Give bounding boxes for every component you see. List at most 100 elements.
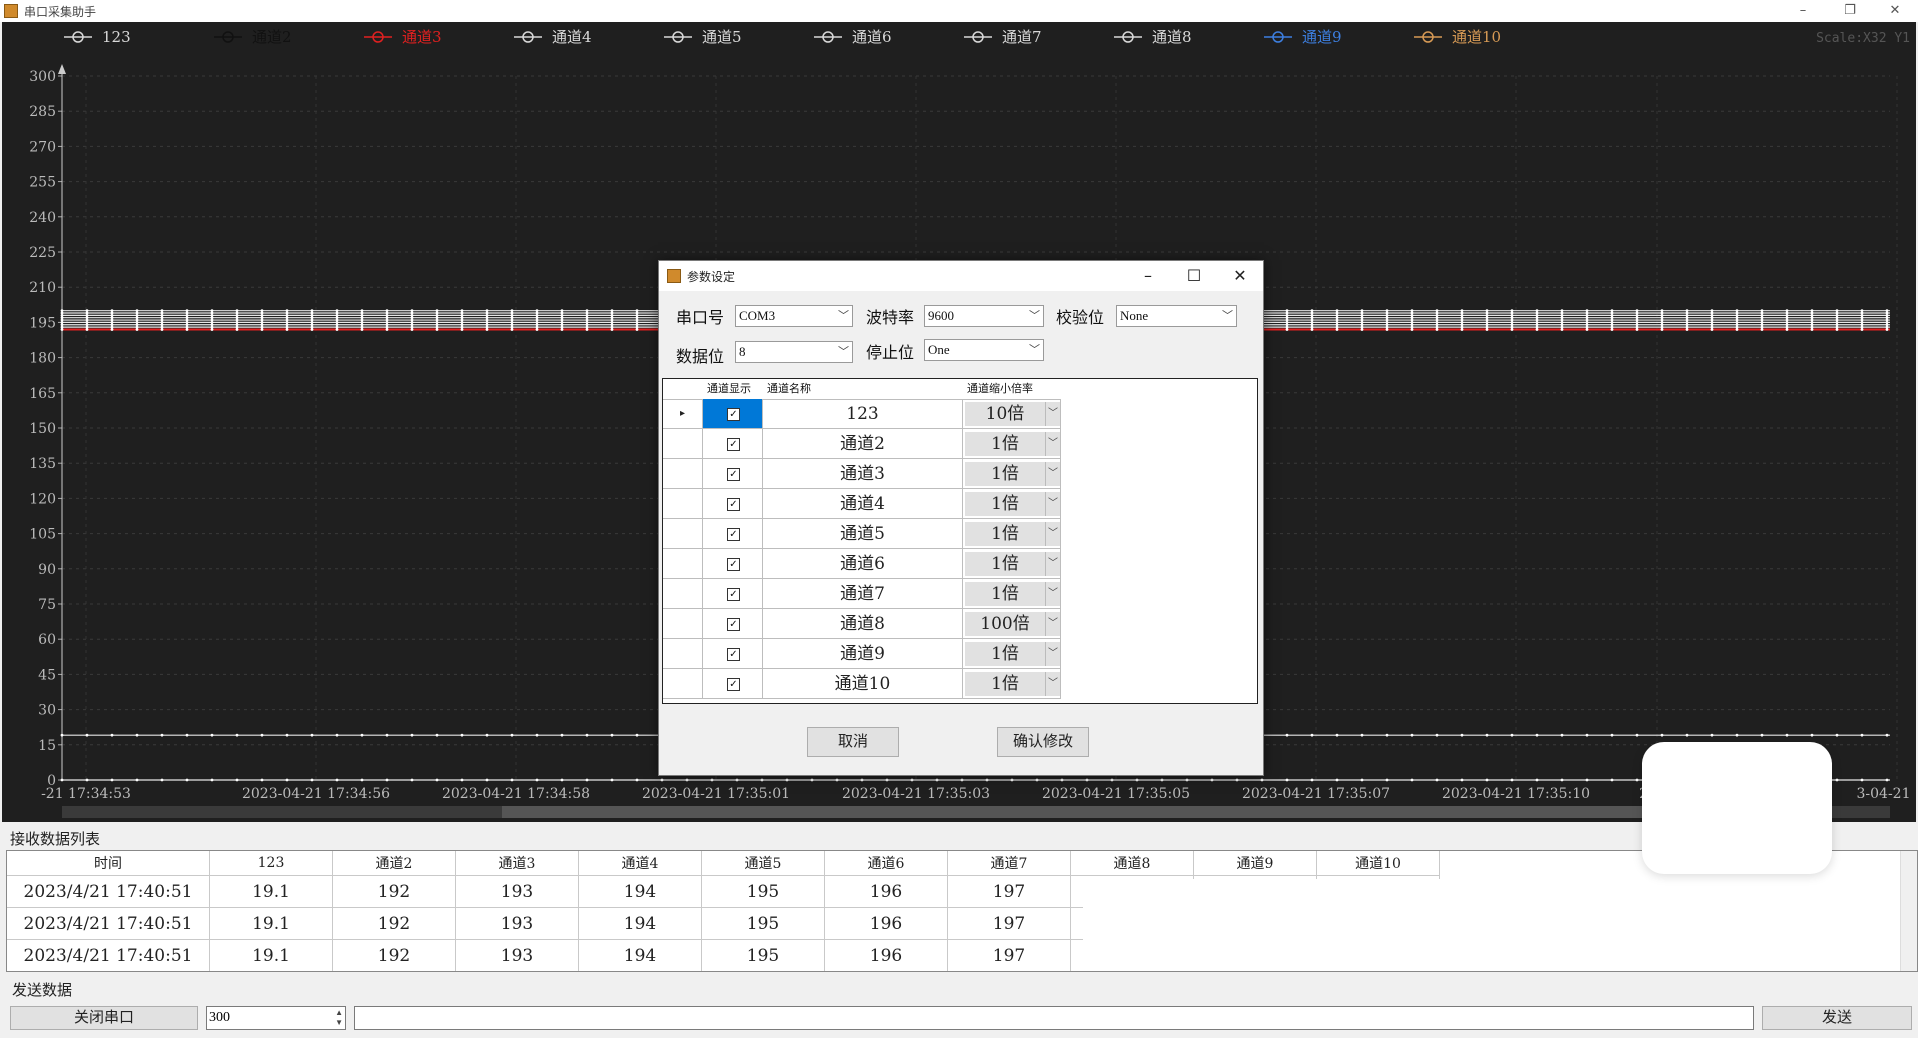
chevron-down-icon[interactable]: ﹀ [1045,492,1060,516]
confirm-button[interactable]: 确认修改 [997,727,1089,757]
column-header[interactable]: 通道7 [947,851,1071,876]
send-button[interactable]: 发送 [1762,1006,1912,1030]
chevron-down-icon[interactable]: ﹀ [1045,582,1060,606]
dialog-maximize-button[interactable]: ☐ [1171,261,1217,291]
ratio-select-cell[interactable]: 1倍 ﹀ [963,579,1061,609]
row-selector[interactable] [663,639,703,669]
chevron-down-icon[interactable]: ﹀ [1045,552,1060,576]
dialog-close-button[interactable]: ✕ [1217,261,1263,291]
column-header[interactable]: 123 [209,851,333,876]
channel-name-cell[interactable]: 通道8 [763,609,963,639]
column-header[interactable]: 通道8 [1070,851,1194,876]
vertical-scrollbar[interactable] [1900,851,1917,971]
ratio-select-cell[interactable]: 1倍 ﹀ [963,459,1061,489]
channel-row[interactable]: ✓ 通道8 100倍 ﹀ [663,609,1061,639]
ratio-select-cell[interactable]: 1倍 ﹀ [963,489,1061,519]
checkbox-checked-icon[interactable]: ✓ [727,558,740,571]
row-selector[interactable]: ▸ [663,399,703,429]
column-header[interactable]: 通道5 [701,851,825,876]
close-port-button[interactable]: 关闭串口 [10,1006,198,1030]
column-header[interactable]: 通道2 [332,851,456,876]
ratio-select-cell[interactable]: 1倍 ﹀ [963,519,1061,549]
checkbox-checked-icon[interactable]: ✓ [727,678,740,691]
show-checkbox-cell[interactable]: ✓ [703,399,763,429]
ratio-select-cell[interactable]: 1倍 ﹀ [963,549,1061,579]
channel-row[interactable]: ✓ 通道9 1倍 ﹀ [663,639,1061,669]
chevron-down-icon[interactable]: ﹀ [1045,462,1060,486]
channel-name-cell[interactable]: 通道2 [763,429,963,459]
channel-name-cell[interactable]: 123 [763,399,963,429]
column-header[interactable]: 通道3 [455,851,579,876]
checkbox-checked-icon[interactable]: ✓ [727,408,740,421]
chevron-down-icon[interactable]: ﹀ [1045,402,1060,426]
channel-row[interactable]: ✓ 通道7 1倍 ﹀ [663,579,1061,609]
row-selector[interactable] [663,489,703,519]
baud-select[interactable]: 9600 ﹀ [924,305,1044,327]
channel-name-cell[interactable]: 通道10 [763,669,963,699]
show-checkbox-cell[interactable]: ✓ [703,609,763,639]
column-header[interactable]: 通道10 [1316,851,1440,876]
chevron-down-icon[interactable]: ﹀ [1045,522,1060,546]
interval-stepper[interactable]: 300 ▲ ▼ [206,1006,346,1030]
row-selector[interactable] [663,669,703,699]
checkbox-checked-icon[interactable]: ✓ [727,498,740,511]
checkbox-checked-icon[interactable]: ✓ [727,468,740,481]
channel-name-cell[interactable]: 通道7 [763,579,963,609]
stepper-arrows-icon[interactable]: ▲ ▼ [335,1008,343,1028]
column-header[interactable]: 通道6 [824,851,948,876]
channel-name-cell[interactable]: 通道4 [763,489,963,519]
show-checkbox-cell[interactable]: ✓ [703,639,763,669]
channel-name-cell[interactable]: 通道9 [763,639,963,669]
row-selector[interactable] [663,549,703,579]
checkbox-checked-icon[interactable]: ✓ [727,648,740,661]
minimize-button[interactable]: – [1782,0,1824,22]
row-selector[interactable] [663,519,703,549]
send-input[interactable] [354,1006,1754,1030]
show-checkbox-cell[interactable]: ✓ [703,669,763,699]
channel-row[interactable]: ▸ ✓ 123 10倍 ﹀ [663,399,1061,429]
channel-row[interactable]: ✓ 通道5 1倍 ﹀ [663,519,1061,549]
channel-name-cell[interactable]: 通道6 [763,549,963,579]
channel-row[interactable]: ✓ 通道6 1倍 ﹀ [663,549,1061,579]
row-selector[interactable] [663,429,703,459]
show-checkbox-cell[interactable]: ✓ [703,579,763,609]
ratio-select-cell[interactable]: 10倍 ﹀ [963,399,1061,429]
databits-select[interactable]: 8 ﹀ [735,341,853,363]
column-header[interactable]: 通道4 [578,851,702,876]
received-data-grid[interactable]: 时间 123 通道2 通道3 通道4 通道5 通道6 通道7 通道8 通道9 通道10 2023/4… [6,850,1918,972]
close-button[interactable]: ✕ [1874,0,1916,22]
show-checkbox-cell[interactable]: ✓ [703,429,763,459]
column-header[interactable]: 通道9 [1193,851,1317,876]
ratio-select-cell[interactable]: 1倍 ﹀ [963,669,1061,699]
channel-row[interactable]: ✓ 通道2 1倍 ﹀ [663,429,1061,459]
restore-button[interactable]: ❐ [1829,0,1871,22]
row-selector[interactable] [663,609,703,639]
show-checkbox-cell[interactable]: ✓ [703,459,763,489]
chevron-down-icon[interactable]: ﹀ [1045,642,1060,666]
show-checkbox-cell[interactable]: ✓ [703,489,763,519]
chevron-down-icon[interactable]: ﹀ [1045,432,1060,456]
chevron-down-icon[interactable]: ﹀ [1045,612,1060,636]
ratio-select-cell[interactable]: 1倍 ﹀ [963,429,1061,459]
ratio-select-cell[interactable]: 1倍 ﹀ [963,639,1061,669]
column-header[interactable]: 时间 [7,851,210,876]
checkbox-checked-icon[interactable]: ✓ [727,618,740,631]
stopbits-select[interactable]: One ﹀ [924,339,1044,361]
checkbox-checked-icon[interactable]: ✓ [727,438,740,451]
port-select[interactable]: COM3 ﹀ [735,305,853,327]
ratio-select-cell[interactable]: 100倍 ﹀ [963,609,1061,639]
channel-name-cell[interactable]: 通道5 [763,519,963,549]
checkbox-checked-icon[interactable]: ✓ [727,528,740,541]
row-selector[interactable] [663,579,703,609]
chevron-down-icon[interactable]: ﹀ [1045,672,1060,696]
channel-name-cell[interactable]: 通道3 [763,459,963,489]
show-checkbox-cell[interactable]: ✓ [703,549,763,579]
dialog-minimize-button[interactable]: – [1125,261,1171,291]
parity-select[interactable]: None ﹀ [1116,305,1237,327]
checkbox-checked-icon[interactable]: ✓ [727,588,740,601]
channel-row[interactable]: ✓ 通道3 1倍 ﹀ [663,459,1061,489]
channel-row[interactable]: ✓ 通道10 1倍 ﹀ [663,669,1061,699]
channel-row[interactable]: ✓ 通道4 1倍 ﹀ [663,489,1061,519]
cancel-button[interactable]: 取消 [807,727,899,757]
row-selector[interactable] [663,459,703,489]
